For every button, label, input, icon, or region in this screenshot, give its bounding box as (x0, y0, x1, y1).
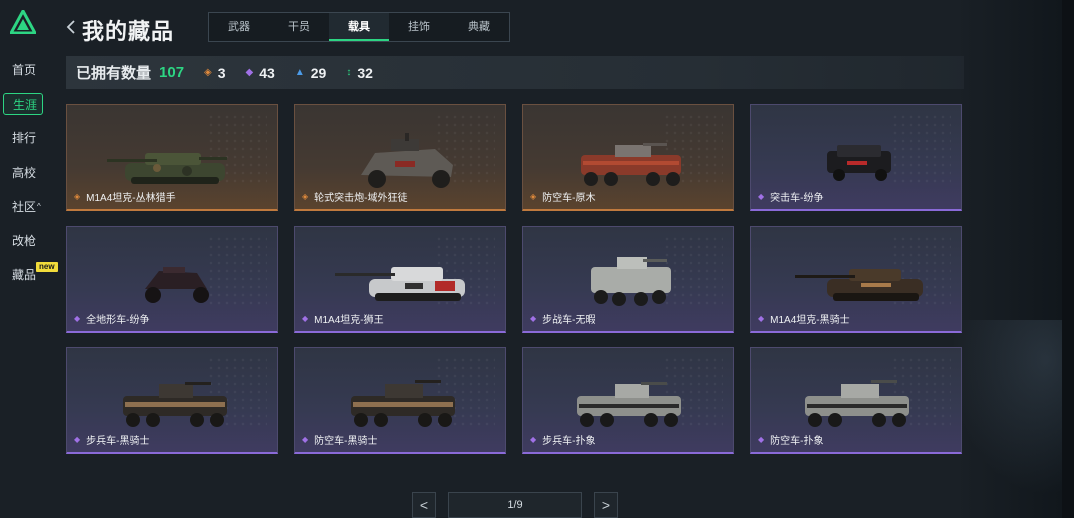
app-logo-icon[interactable] (10, 10, 36, 34)
vehicle-name-text: 全地形车-纷争 (86, 315, 150, 326)
purple-diamond-icon: ◆ (74, 435, 81, 444)
purple-diamond-icon: ◆ (302, 314, 309, 323)
sidebar: 首页 生涯 排行 高校 社区^ 改枪 藏品 new (0, 0, 58, 518)
vehicle-card[interactable]: ◈ 防空车-原木 (522, 104, 734, 211)
sidebar-item-label: 排行 (12, 131, 37, 145)
vehicle-card[interactable]: ◆ 防空车-扑象 (750, 347, 962, 454)
vehicle-name-text: 防空车-原木 (542, 193, 596, 204)
vehicle-card[interactable]: ◆ 步战车-无暇 (522, 226, 734, 333)
purple-diamond-icon: ◆ (302, 435, 309, 444)
orange-diamond-icon: ◈ (74, 192, 81, 201)
vehicle-name-text: 步兵车-扑象 (542, 436, 596, 447)
sidebar-item-community[interactable]: 社区^ (3, 196, 43, 218)
prev-page-button[interactable]: < (412, 492, 436, 518)
vehicle-name-text: M1A4坦克-狮王 (314, 315, 384, 326)
rarity-count-value: 32 (357, 64, 373, 81)
rarity-count-green: ↕ 32 (346, 65, 373, 81)
sidebar-item-label: 藏品 (12, 268, 37, 282)
window-edge (1062, 0, 1074, 518)
orange-diamond-icon: ◈ (530, 192, 537, 201)
vehicle-name: ◆ 步兵车-黑骑士 (74, 432, 150, 447)
vehicle-name-text: 轮式突击炮-域外狂徒 (314, 193, 408, 204)
vehicle-name: ◆ M1A4坦克-狮王 (302, 311, 384, 326)
rarity-count-orange: ◈ 3 (204, 65, 226, 81)
rarity-count-value: 3 (217, 64, 226, 81)
sidebar-item-college[interactable]: 高校 (3, 162, 43, 184)
purple-diamond-icon: ◆ (74, 314, 81, 323)
vehicle-name: ◆ M1A4坦克-黑骑士 (758, 311, 850, 326)
blue-chevron-icon: ▲ (294, 67, 305, 78)
purple-diamond-icon: ◆ (245, 67, 254, 78)
purple-diamond-icon: ◆ (530, 314, 537, 323)
page-title: 我的藏品 (82, 19, 175, 44)
purple-diamond-icon: ◆ (758, 192, 765, 201)
owned-count-label: 已拥有数量 (76, 65, 152, 82)
vehicle-card[interactable]: ◈ 轮式突击炮-域外狂徒 (294, 104, 506, 211)
tab-weapons[interactable]: 武器 (209, 13, 269, 41)
vehicle-card[interactable]: ◆ 步兵车-扑象 (522, 347, 734, 454)
vehicle-name-text: 步兵车-黑骑士 (86, 436, 150, 447)
vehicle-name-text: M1A4坦克-黑骑士 (770, 315, 850, 326)
vehicle-card[interactable]: ◆ 全地形车-纷争 (66, 226, 278, 333)
new-badge: new (36, 262, 58, 272)
purple-diamond-icon: ◆ (758, 314, 765, 323)
orange-diamond-icon: ◈ (302, 192, 309, 201)
vehicle-name: ◆ 步兵车-扑象 (530, 432, 596, 447)
chevron-up-icon: ^ (37, 202, 41, 211)
tab-charms[interactable]: 挂饰 (389, 13, 449, 41)
owned-count-total: 107 (159, 64, 185, 81)
vehicle-card[interactable]: ◆ M1A4坦克-狮王 (294, 226, 506, 333)
vehicle-name: ◆ 步战车-无暇 (530, 311, 596, 326)
sidebar-item-career[interactable]: 生涯 (3, 93, 43, 115)
tab-vehicles[interactable]: 载具 (329, 13, 389, 41)
green-arrows-icon: ↕ (346, 67, 352, 78)
vehicle-name: ◆ 突击车-纷争 (758, 189, 824, 204)
vehicle-name: ◆ 全地形车-纷争 (74, 311, 150, 326)
vehicle-name-text: 步战车-无暇 (542, 315, 596, 326)
tab-collectibles[interactable]: 典藏 (449, 13, 509, 41)
vehicle-name: ◈ 防空车-原木 (530, 189, 596, 204)
sidebar-item-ranking[interactable]: 排行 (3, 127, 43, 149)
back-arrow-icon[interactable] (66, 19, 78, 37)
vehicle-name-text: 突击车-纷争 (770, 193, 824, 204)
orange-diamond-icon: ◈ (204, 67, 212, 78)
sidebar-item-label: 社区 (12, 200, 37, 214)
vehicle-name: ◆ 防空车-黑骑士 (302, 432, 378, 447)
rarity-count-value: 29 (310, 64, 327, 81)
sidebar-item-label: 高校 (12, 166, 37, 180)
page-indicator: 1/9 (448, 492, 582, 518)
vehicle-card[interactable]: ◈ M1A4坦克-丛林猎手 (66, 104, 278, 211)
sidebar-item-home[interactable]: 首页 (3, 59, 43, 81)
vehicle-name: ◈ 轮式突击炮-域外狂徒 (302, 189, 408, 204)
vehicle-name-text: 防空车-黑骑士 (314, 436, 378, 447)
purple-diamond-icon: ◆ (530, 435, 537, 444)
tab-operators[interactable]: 干员 (269, 13, 329, 41)
vehicle-name-text: 防空车-扑象 (770, 436, 824, 447)
sidebar-item-label: 改枪 (12, 234, 37, 248)
rarity-count-blue: ▲ 29 (295, 65, 326, 81)
vehicle-name-text: M1A4坦克-丛林猎手 (86, 193, 176, 204)
sidebar-item-label: 生涯 (13, 98, 38, 112)
owned-count-bar: 已拥有数量 107 ◈ 3 ◆ 43 ▲ 29 ↕ 32 (66, 56, 964, 89)
vehicle-card[interactable]: ◆ M1A4坦克-黑骑士 (750, 226, 962, 333)
vehicle-card[interactable]: ◆ 突击车-纷争 (750, 104, 962, 211)
vehicle-name: ◈ M1A4坦克-丛林猎手 (74, 189, 176, 204)
vehicle-card[interactable]: ◆ 步兵车-黑骑士 (66, 347, 278, 454)
rarity-count-value: 43 (259, 64, 275, 81)
vehicle-card[interactable]: ◆ 防空车-黑骑士 (294, 347, 506, 454)
vehicle-name: ◆ 防空车-扑象 (758, 432, 824, 447)
next-page-button[interactable]: > (594, 492, 618, 518)
sidebar-item-label: 首页 (12, 63, 37, 77)
rarity-count-purple: ◆ 43 (246, 65, 275, 81)
purple-diamond-icon: ◆ (758, 435, 765, 444)
category-tabs: 武器 干员 载具 挂饰 典藏 (208, 12, 510, 42)
sidebar-item-gun-mod[interactable]: 改枪 (3, 230, 43, 252)
